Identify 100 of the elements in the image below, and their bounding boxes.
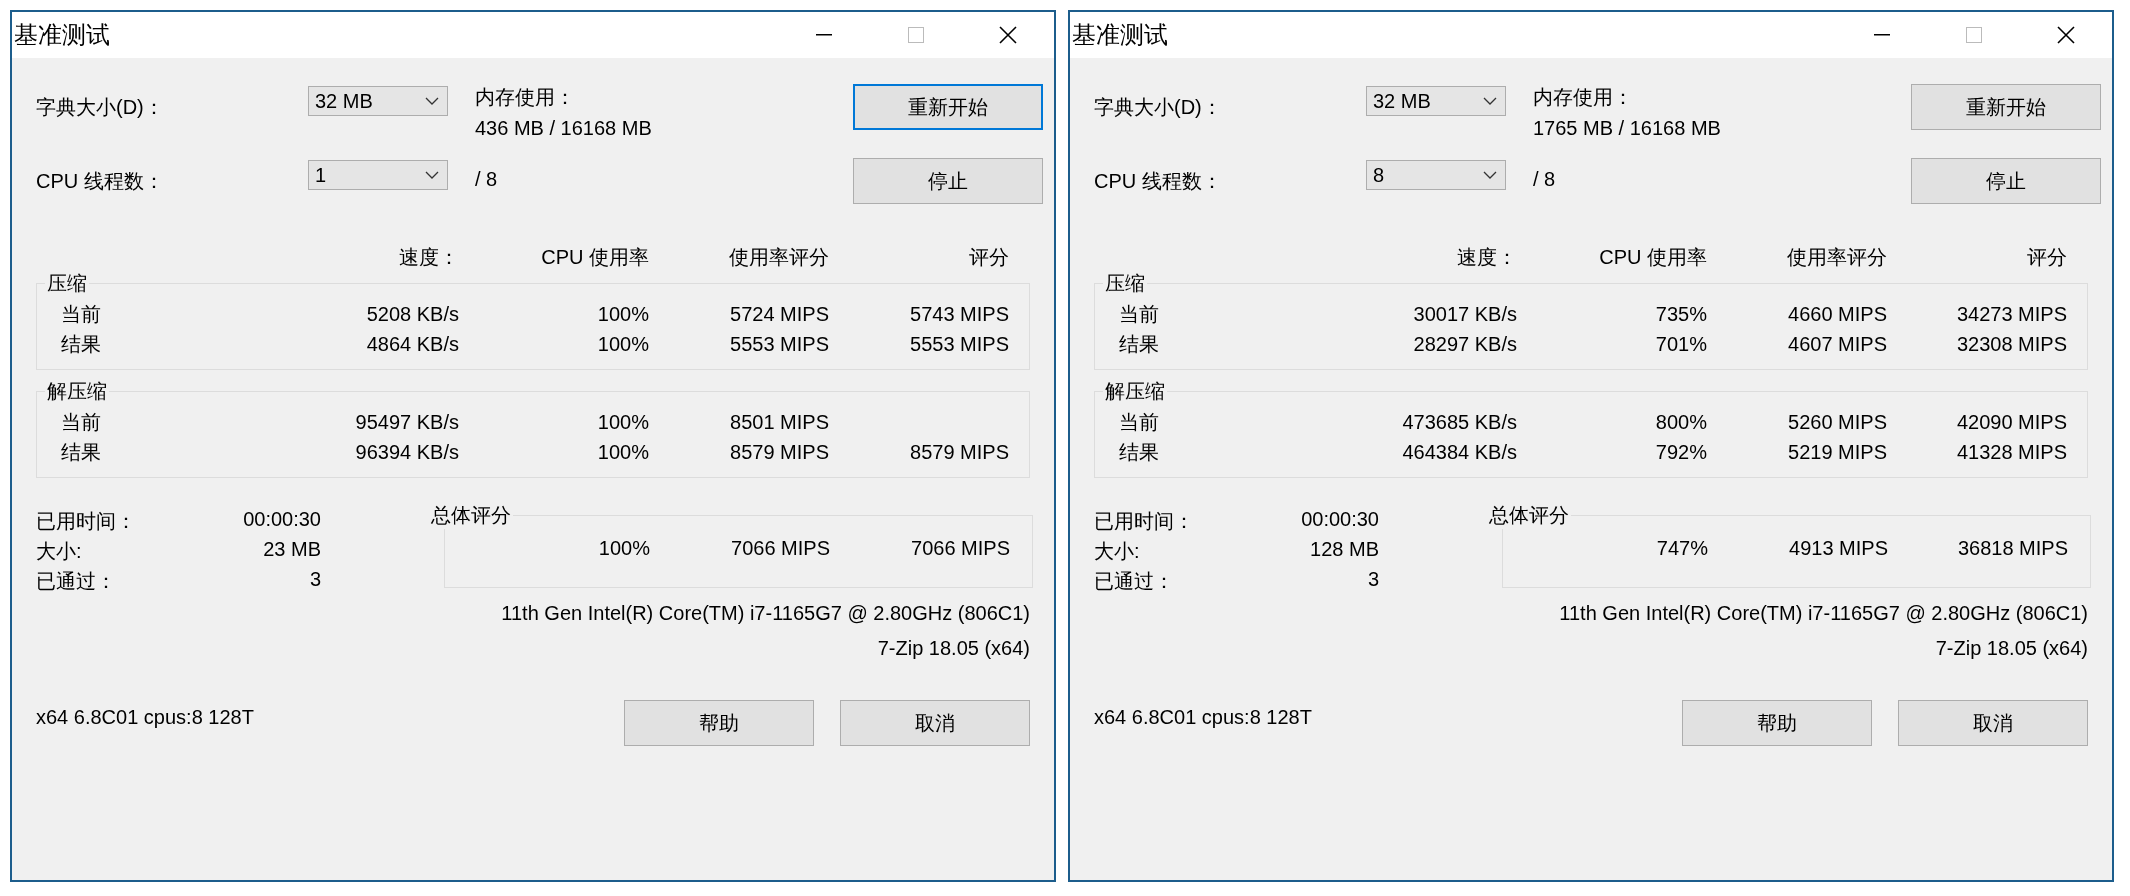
cpu-usage-value: 701%: [1654, 333, 1707, 355]
column-header: CPU 使用率: [540, 245, 649, 270]
row-label: 结果: [1119, 333, 1160, 355]
group-title: 总体评分: [1488, 503, 1570, 528]
cpu-usage-value: 100%: [597, 537, 650, 560]
speed-value: 5208 KB/s: [365, 303, 459, 325]
max-threads-text: / 8: [1533, 167, 1557, 191]
column-header: 使用率评分: [1786, 245, 1887, 270]
restart-button[interactable]: 重新开始: [1911, 84, 2101, 130]
dictionary-size-label: 字典大小(D)：: [1094, 95, 1223, 120]
row-label: 当前: [61, 411, 102, 433]
memory-usage-label: 内存使用：: [475, 85, 576, 110]
cpu-name-text: 11th Gen Intel(R) Core(TM) i7-1165G7 @ 2.80GHz (806C1): [1559, 602, 2088, 625]
usage-rating-value: 5553 MIPS: [729, 333, 829, 355]
rating-value: 32308 MIPS: [1955, 333, 2067, 355]
column-header: 速度：: [398, 245, 459, 270]
cancel-button[interactable]: 取消: [1898, 700, 2088, 746]
restart-button[interactable]: 重新开始: [853, 84, 1043, 130]
cpu-usage-value: 100%: [596, 333, 649, 355]
group-title: 压缩: [46, 271, 88, 296]
close-icon[interactable]: [2057, 26, 2075, 44]
cpu-usage-value: 792%: [1654, 441, 1707, 463]
stat-value: 3: [1367, 568, 1379, 588]
cpu-threads-label: CPU 线程数：: [1094, 169, 1223, 194]
column-header: 使用率评分: [728, 245, 829, 270]
cpu-usage-value: 747%: [1655, 537, 1708, 560]
group-title: 解压缩: [46, 379, 108, 404]
close-icon[interactable]: [999, 26, 1017, 44]
rating-value: 34273 MIPS: [1955, 303, 2067, 325]
row-label: 结果: [61, 441, 102, 463]
window-title: 基准测试: [13, 20, 111, 50]
row-label: 结果: [1119, 441, 1160, 463]
speed-value: 28297 KB/s: [1412, 333, 1517, 355]
rating-value: 8579 MIPS: [909, 441, 1009, 463]
cpu-usage-value: 100%: [596, 441, 649, 463]
usage-rating-value: 4660 MIPS: [1787, 303, 1887, 325]
cpu-name-text: 11th Gen Intel(R) Core(TM) i7-1165G7 @ 2.80GHz (806C1): [501, 602, 1030, 625]
speed-value: 96394 KB/s: [354, 441, 459, 463]
chevron-down-icon: [1483, 97, 1497, 105]
row-label: 当前: [1119, 303, 1160, 325]
system-info-text: x64 6.8C01 cpus:8 128T: [1094, 705, 1313, 729]
cpu-threads-dropdown[interactable]: 8: [1366, 160, 1506, 190]
dictionary-size-dropdown[interactable]: 32 MB: [1366, 86, 1506, 116]
memory-usage-value: 1765 MB / 16168 MB: [1533, 117, 1722, 140]
speed-value: 4864 KB/s: [365, 333, 459, 355]
group-title: 压缩: [1104, 271, 1146, 296]
stat-value: 00:00:30: [1301, 508, 1379, 528]
cpu-threads-dropdown[interactable]: 1: [308, 160, 448, 190]
speed-value: 473685 KB/s: [1401, 411, 1517, 433]
cpu-usage-value: 735%: [1654, 303, 1707, 325]
stat-value: 00:00:30: [243, 508, 321, 528]
speed-value: 30017 KB/s: [1412, 303, 1517, 325]
window-title: 基准测试: [1071, 20, 1169, 50]
stop-button[interactable]: 停止: [853, 158, 1043, 204]
row-label: 结果: [61, 333, 102, 355]
cpu-usage-value: 800%: [1654, 411, 1707, 433]
minimize-icon[interactable]: [816, 34, 832, 36]
rating-value: 5553 MIPS: [909, 333, 1009, 355]
row-label: 当前: [61, 303, 102, 325]
stat-value: 128 MB: [1310, 538, 1379, 558]
column-header: 评分: [2026, 245, 2067, 270]
chevron-down-icon: [425, 171, 439, 179]
rating-value: 36818 MIPS: [1956, 537, 2068, 560]
speed-value: 95497 KB/s: [354, 411, 459, 433]
cpu-usage-value: 100%: [596, 303, 649, 325]
group-title: 解压缩: [1104, 379, 1166, 404]
dictionary-size-label: 字典大小(D)：: [36, 95, 165, 120]
column-header: CPU 使用率: [1598, 245, 1707, 270]
stat-value: 3: [309, 568, 321, 588]
system-info-text: x64 6.8C01 cpus:8 128T: [36, 705, 255, 729]
speed-value: 464384 KB/s: [1401, 441, 1517, 463]
chevron-down-icon: [1483, 171, 1497, 179]
minimize-icon[interactable]: [1874, 34, 1890, 36]
usage-rating-value: 5724 MIPS: [729, 303, 829, 325]
row-label: 当前: [1119, 411, 1160, 433]
max-threads-text: / 8: [475, 167, 499, 191]
group-title: 总体评分: [430, 503, 512, 528]
memory-usage-label: 内存使用：: [1533, 85, 1634, 110]
usage-rating-value: 4607 MIPS: [1787, 333, 1887, 355]
usage-rating-value: 4913 MIPS: [1788, 537, 1888, 560]
usage-rating-value: 5260 MIPS: [1787, 411, 1887, 433]
column-header: 速度：: [1456, 245, 1517, 270]
column-header: 评分: [968, 245, 1009, 270]
usage-rating-value: 5219 MIPS: [1787, 441, 1887, 463]
rating-value: 5743 MIPS: [909, 303, 1009, 325]
rating-value: 7066 MIPS: [910, 537, 1010, 560]
cancel-button[interactable]: 取消: [840, 700, 1030, 746]
cpu-usage-value: 100%: [596, 411, 649, 433]
stat-value: 23 MB: [263, 538, 321, 558]
dictionary-size-dropdown[interactable]: 32 MB: [308, 86, 448, 116]
help-button[interactable]: 帮助: [1682, 700, 1872, 746]
rating-value: 42090 MIPS: [1955, 411, 2067, 433]
help-button[interactable]: 帮助: [624, 700, 814, 746]
usage-rating-value: 7066 MIPS: [730, 537, 830, 560]
usage-rating-value: 8579 MIPS: [729, 441, 829, 463]
cpu-threads-label: CPU 线程数：: [36, 169, 165, 194]
chevron-down-icon: [425, 97, 439, 105]
rating-value: 41328 MIPS: [1955, 441, 2067, 463]
stop-button[interactable]: 停止: [1911, 158, 2101, 204]
usage-rating-value: 8501 MIPS: [729, 411, 829, 433]
